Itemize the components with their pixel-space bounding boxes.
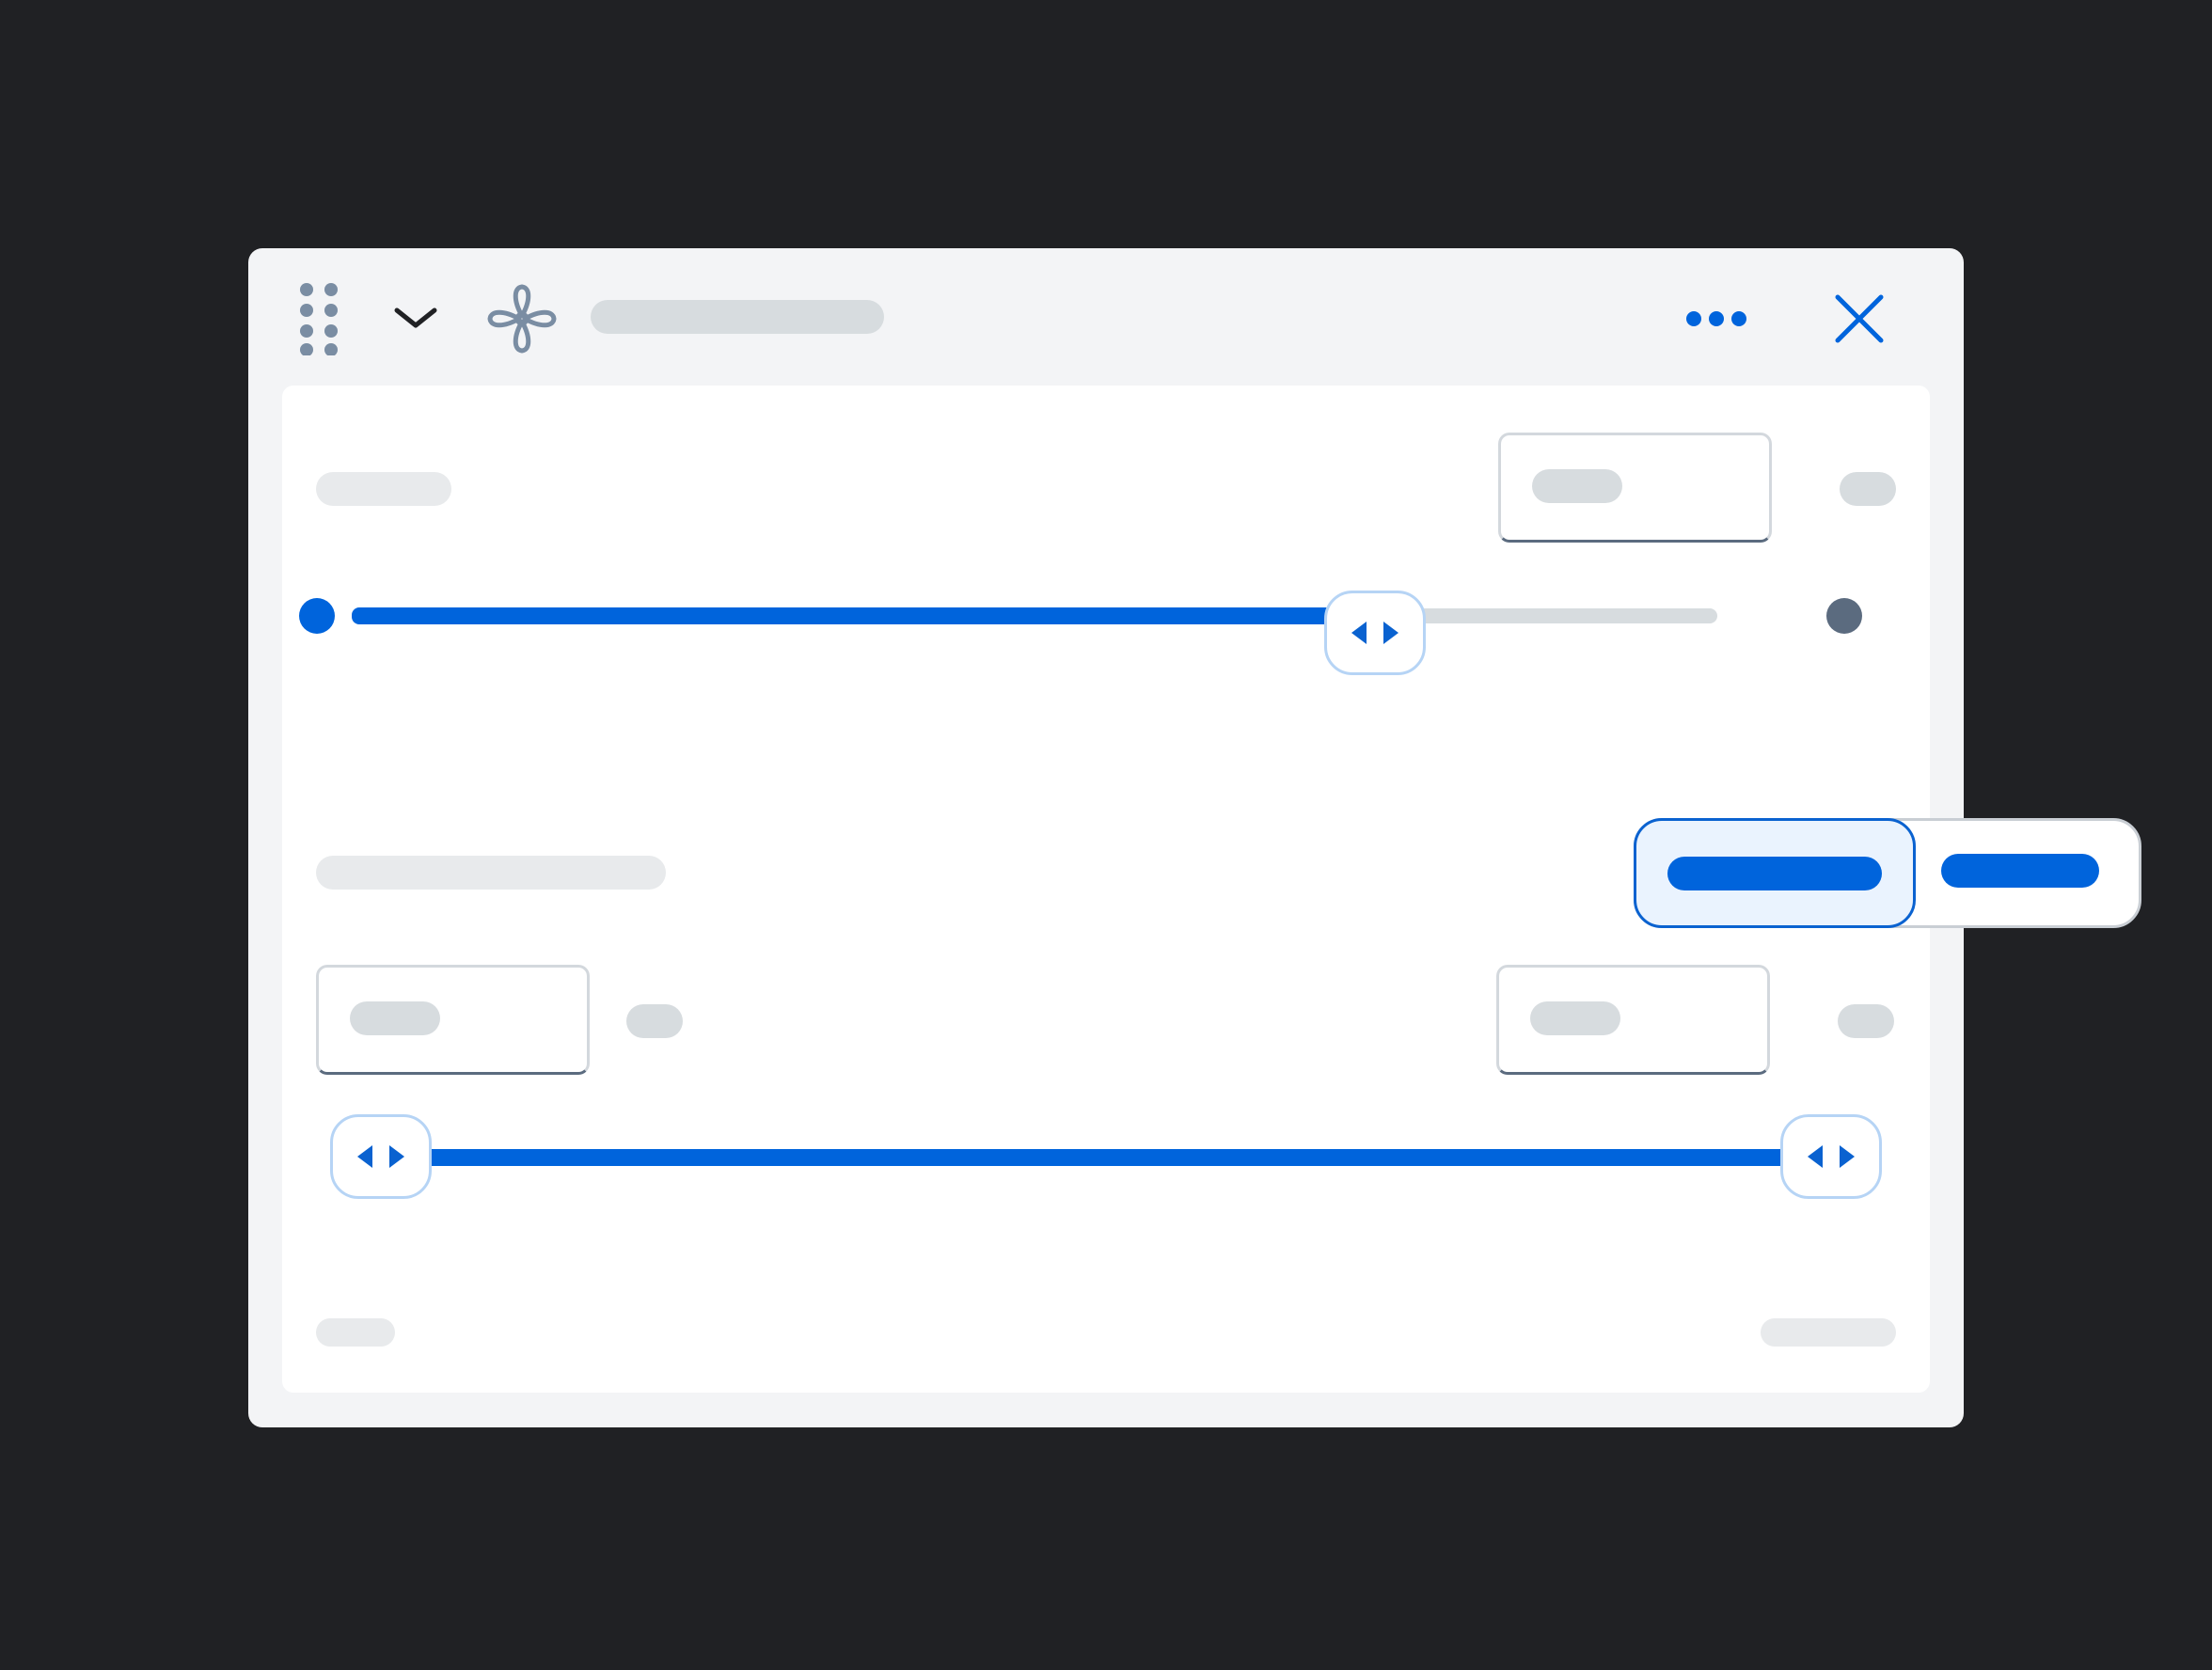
more-horizontal-icon (1686, 311, 1746, 326)
toggle-row (1634, 818, 1896, 928)
slider-thumb[interactable] (1324, 591, 1426, 675)
range-track-fill[interactable] (376, 1149, 1821, 1166)
range-low-thumb[interactable] (330, 1114, 432, 1199)
range-max-unit (1838, 1004, 1894, 1038)
slider-track-empty[interactable] (1396, 608, 1717, 623)
close-icon (1835, 294, 1884, 343)
range-min-unit (626, 1004, 683, 1038)
range-label (316, 856, 666, 890)
close-button[interactable] (1828, 288, 1890, 350)
drag-arrows-icon (1351, 622, 1398, 644)
range-min-text (350, 1001, 440, 1035)
toggle-option-2-label (1941, 854, 2099, 888)
window-title (591, 300, 884, 334)
drag-handle-icon[interactable] (299, 282, 339, 356)
slider-end-dot (1826, 598, 1862, 634)
dialog-window (248, 248, 2141, 1427)
fan-icon (485, 282, 559, 355)
range-max-field[interactable] (1496, 965, 1770, 1075)
toggle-option-2[interactable] (1913, 818, 2144, 928)
slider-value-text (1532, 469, 1622, 503)
drag-arrows-icon (1808, 1145, 1855, 1168)
range-min-field[interactable] (316, 965, 590, 1075)
slider-value-field[interactable] (1498, 433, 1772, 543)
slider-unit-label (1840, 472, 1896, 506)
more-options-button[interactable] (1673, 299, 1758, 339)
drag-arrows-icon (357, 1145, 404, 1168)
content-panel (282, 386, 2141, 1393)
range-high-thumb[interactable] (1780, 1114, 1882, 1199)
chevron-down-icon[interactable] (393, 299, 438, 339)
slider-start-dot (299, 598, 335, 634)
slider-label (316, 472, 451, 506)
footer-right-text (1761, 1318, 1896, 1347)
range-max-text (1530, 1001, 1620, 1035)
title-bar (248, 248, 1964, 384)
slider-track-fill[interactable] (352, 607, 1396, 624)
footer-left-text (316, 1318, 395, 1347)
